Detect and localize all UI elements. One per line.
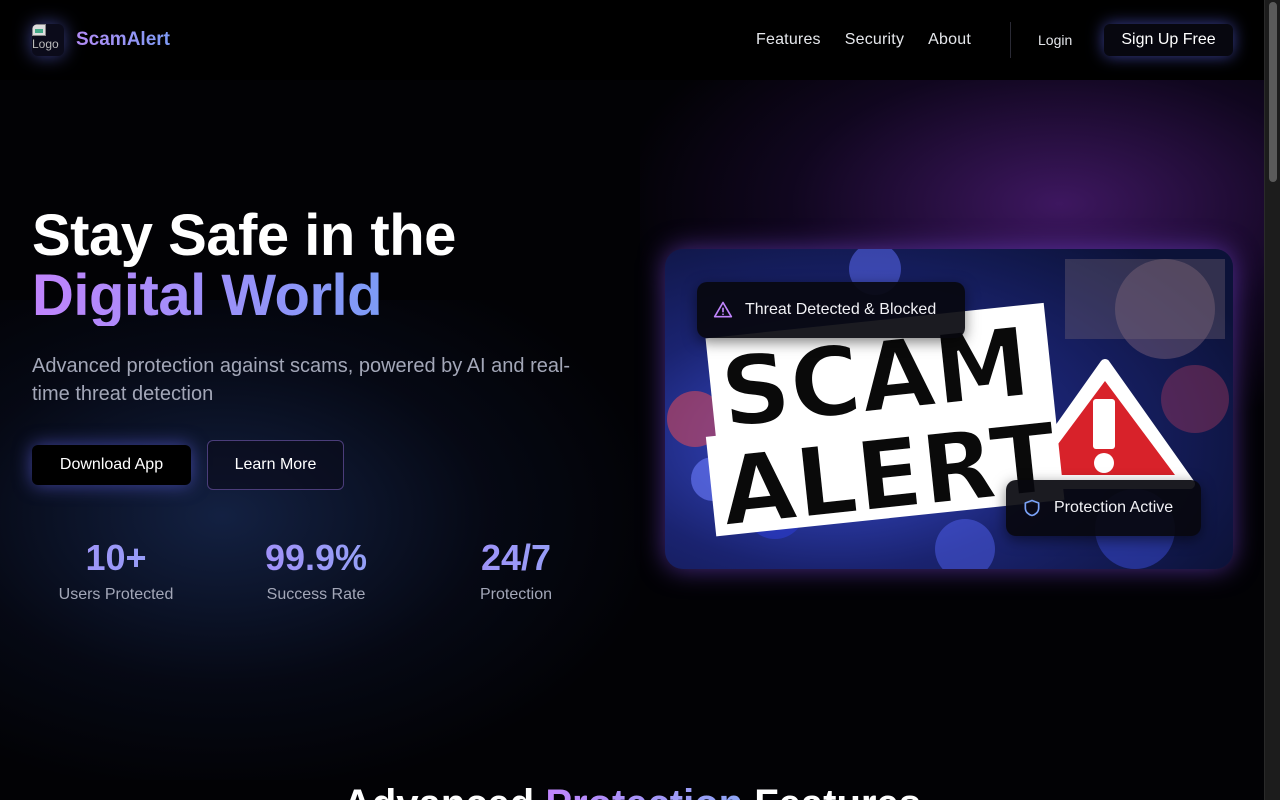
nav-about[interactable]: About (928, 31, 971, 49)
features-title-part2: Protection (545, 782, 743, 800)
stat-value: 99.9% (216, 536, 416, 580)
stat-users: 10+ Users Protected (16, 536, 216, 604)
logo-link[interactable]: Logo ScamAlert (32, 24, 170, 56)
brand-name: ScamAlert (76, 29, 170, 50)
features-title-part1: Advanced (343, 782, 534, 800)
login-link[interactable]: Login (1038, 32, 1072, 48)
stat-label: Users Protected (58, 586, 174, 603)
page-scrollbar[interactable] (1264, 0, 1280, 800)
features-section-title: Advanced Protection Features (0, 782, 1264, 800)
download-app-button[interactable]: Download App (32, 445, 191, 485)
hero-subtitle: Advanced protection against scams, power… (32, 355, 571, 405)
logo-image: Logo (32, 24, 64, 56)
logo-alt-text: Logo (32, 37, 59, 51)
threat-badge-label: Threat Detected & Blocked (745, 301, 937, 318)
signup-button[interactable]: Sign Up Free (1104, 24, 1233, 56)
hero-title-line1: Stay Safe in the (32, 203, 456, 268)
scrollbar-thumb[interactable] (1269, 2, 1277, 182)
stat-value: 10+ (16, 536, 216, 580)
nav-divider (1010, 22, 1011, 58)
nav-security[interactable]: Security (845, 31, 904, 49)
shield-icon (1022, 498, 1042, 518)
stat-success: 99.9% Success Rate (216, 536, 416, 604)
hero-title-line2: Digital World (32, 266, 456, 326)
features-title-part3: Features (754, 782, 921, 800)
top-navbar: Logo ScamAlert Features Security About L… (0, 0, 1264, 80)
stat-protection: 24/7 Protection (416, 536, 616, 604)
stat-label: Success Rate (266, 586, 366, 603)
nav-links: Features Security About (756, 31, 971, 49)
protection-badge-label: Protection Active (1054, 499, 1174, 516)
nav-features[interactable]: Features (756, 31, 821, 49)
broken-image-icon (32, 24, 46, 36)
stat-value: 24/7 (416, 536, 616, 580)
learn-more-button[interactable]: Learn More (207, 440, 344, 490)
hero-title: Stay Safe in the Digital World (32, 206, 456, 326)
protection-active-badge: Protection Active (1006, 480, 1201, 536)
warning-triangle-icon (713, 300, 733, 320)
threat-detected-badge: Threat Detected & Blocked (697, 282, 965, 338)
stat-label: Protection (479, 586, 553, 603)
